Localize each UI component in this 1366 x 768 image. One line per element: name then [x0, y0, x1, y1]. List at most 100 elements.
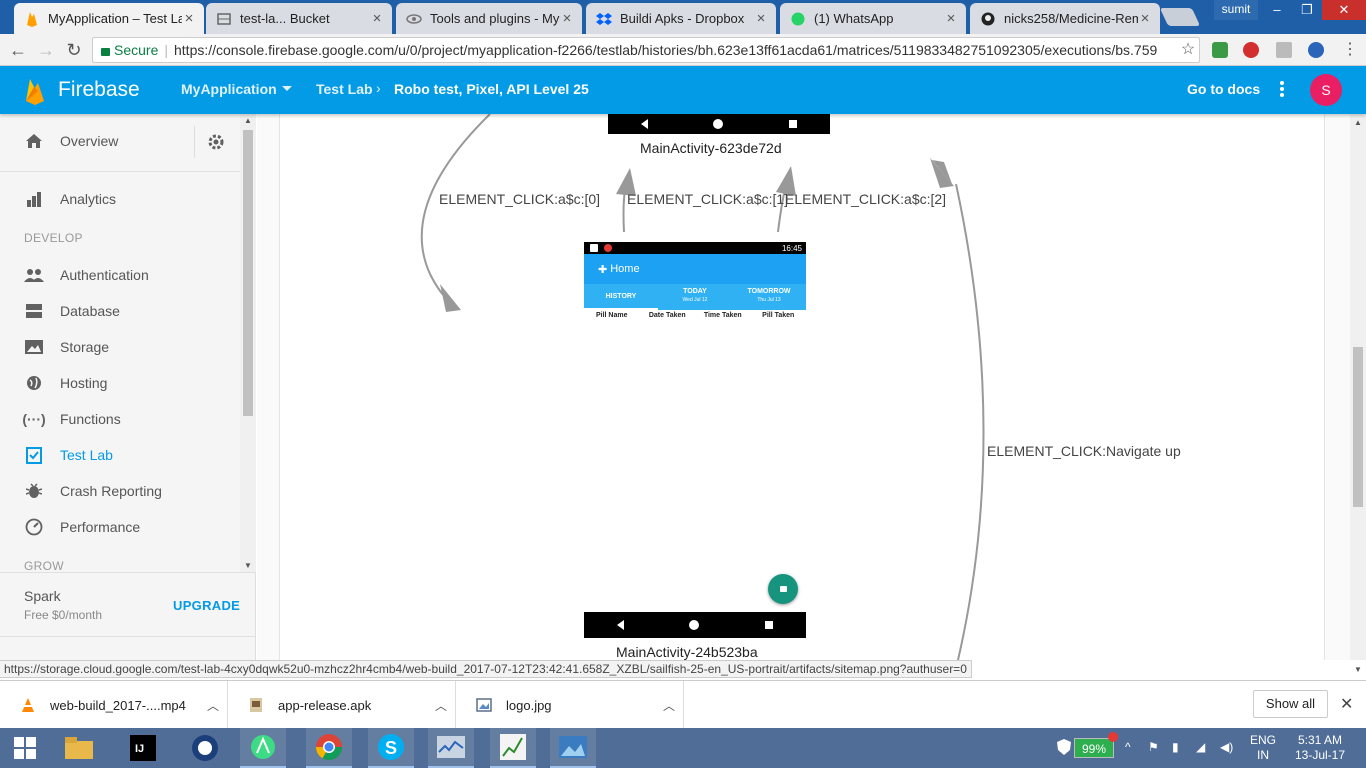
node-label-bottom[interactable]: MainActivity-24b523ba — [616, 644, 758, 660]
chevron-up-icon[interactable]: ︿ — [199, 697, 227, 714]
home-nav-icon — [713, 119, 724, 129]
gear-icon[interactable] — [207, 133, 225, 156]
download-item[interactable]: web-build_2017-....mp4 ︿ — [0, 681, 228, 729]
sidebar-item-storage[interactable]: Storage — [0, 329, 240, 365]
minimize-button[interactable]: – — [1262, 0, 1292, 20]
shield-tray-icon[interactable] — [1056, 738, 1072, 761]
sidebar-item-overview[interactable]: Overview — [0, 123, 194, 159]
show-all-button[interactable]: Show all — [1253, 690, 1328, 718]
close-icon[interactable]: × — [1138, 10, 1152, 27]
intellij-icon[interactable]: IJ — [120, 728, 166, 768]
tab-history: HISTORY — [584, 284, 658, 310]
shield-extension-icon[interactable] — [1212, 42, 1228, 58]
sidebar-item-authentication[interactable]: Authentication — [0, 257, 240, 293]
project-selector[interactable]: MyApplication — [181, 81, 277, 97]
sidebar-item-hosting[interactable]: Hosting — [0, 365, 240, 401]
flag-icon[interactable]: ⚑ — [1148, 740, 1159, 754]
firebase-logo-icon[interactable] — [24, 77, 46, 110]
recents-nav-icon — [789, 120, 798, 128]
more-options-icon[interactable] — [1278, 79, 1286, 101]
sidebar-item-database[interactable]: Database — [0, 293, 240, 329]
sidebar-item-test-lab[interactable]: Test Lab — [0, 437, 240, 473]
extension-globe-icon[interactable] — [1308, 42, 1324, 58]
home-nav-icon — [689, 620, 700, 630]
chevron-up-icon[interactable]: ^ — [1125, 740, 1131, 754]
tab-bucket[interactable]: test-la... Bucket × — [206, 3, 392, 34]
tab-tools-plugins[interactable]: Tools and plugins - My F × — [396, 3, 582, 34]
sidebar-item-analytics[interactable]: Analytics — [0, 181, 240, 217]
chevron-up-icon[interactable]: ︿ — [427, 697, 455, 714]
sidebar-scrollbar-thumb[interactable] — [243, 130, 253, 416]
tab-myapplication[interactable]: MyApplication – Test Lab × — [14, 3, 204, 34]
file-explorer-icon[interactable] — [56, 728, 102, 768]
chevron-down-icon[interactable] — [282, 86, 292, 91]
go-to-docs-link[interactable]: Go to docs — [1187, 81, 1260, 97]
main-scrollbar-thumb[interactable] — [1353, 347, 1363, 507]
new-tab-button[interactable] — [1159, 8, 1201, 26]
extension-icon[interactable] — [1276, 42, 1292, 58]
tab-github[interactable]: nicks258/Medicine-Rem × — [970, 3, 1160, 34]
sidebar-item-functions[interactable]: (···) Functions — [0, 401, 240, 437]
scroll-down-arrow-icon[interactable]: ▼ — [1354, 665, 1362, 674]
screenshot-node[interactable]: 16:45 ✚ Home HISTORY TODAY Wed Jul 12 TOMO… — [584, 242, 806, 320]
menu-icon[interactable]: ⋮ — [1338, 39, 1362, 61]
clock[interactable]: 5:31 AM 13-Jul-17 — [1290, 733, 1350, 763]
sitemap-graph[interactable]: MainActivity-623de72d ELEMENT_CLICK:a$c:… — [279, 114, 1325, 660]
wifi-icon[interactable]: ◢ — [1196, 740, 1205, 754]
close-icon[interactable]: × — [754, 10, 768, 27]
scroll-up-arrow-icon[interactable]: ▲ — [244, 116, 252, 125]
recents-nav-icon — [765, 621, 774, 629]
chrome-icon[interactable] — [306, 728, 352, 768]
windows-start-icon[interactable] — [2, 728, 48, 768]
svg-text:IJ: IJ — [135, 743, 144, 755]
system-monitor-icon[interactable] — [428, 728, 474, 768]
photos-icon[interactable] — [550, 728, 596, 768]
battery-indicator[interactable]: 99% — [1074, 738, 1114, 758]
image-icon — [24, 337, 44, 357]
brand-name[interactable]: Firebase — [58, 78, 140, 102]
chart-app-icon[interactable] — [490, 728, 536, 768]
battery-tray-icon[interactable]: ▮ — [1172, 740, 1179, 754]
adblock-extension-icon[interactable] — [1243, 42, 1259, 58]
close-icon[interactable]: × — [370, 10, 384, 27]
tab-dropbox[interactable]: Buildi Apks - Dropbox × — [586, 3, 776, 34]
tab-whatsapp[interactable]: (1) WhatsApp × — [780, 3, 966, 34]
skype-icon[interactable]: S — [368, 728, 414, 768]
close-icon[interactable]: × — [944, 10, 958, 27]
close-icon[interactable]: × — [182, 10, 196, 27]
profile-chip[interactable]: sumit — [1214, 0, 1258, 20]
storage-icon — [216, 11, 232, 27]
download-item[interactable]: logo.jpg ︿ — [456, 681, 684, 729]
address-bar[interactable]: Secure | https://console.firebase.google.c… — [92, 37, 1200, 63]
divider — [194, 126, 195, 158]
avatar[interactable]: S — [1310, 74, 1342, 106]
node-bottom-navbar — [584, 612, 806, 638]
scroll-up-arrow-icon[interactable]: ▲ — [1354, 118, 1362, 127]
divider — [0, 572, 256, 573]
sidebar-item-crash-reporting[interactable]: Crash Reporting — [0, 473, 240, 509]
sidebar-item-performance[interactable]: Performance — [0, 509, 240, 545]
node-label-top[interactable]: MainActivity-623de72d — [640, 140, 782, 156]
divider — [0, 171, 240, 172]
scroll-down-arrow-icon[interactable]: ▼ — [244, 561, 252, 570]
breadcrumb-test-lab[interactable]: Test Lab — [316, 81, 373, 97]
close-icon[interactable]: ✕ — [1340, 694, 1353, 714]
restore-button[interactable]: ❐ — [1292, 0, 1322, 20]
upgrade-button[interactable]: UPGRADE — [173, 598, 240, 613]
pill-icon: ✚ — [598, 263, 608, 276]
volume-icon[interactable]: ◀) — [1220, 740, 1233, 754]
android-studio-icon[interactable] — [240, 728, 286, 768]
reload-button[interactable]: ↻ — [62, 39, 86, 61]
bar-chart-icon — [24, 189, 44, 209]
eagle-app-icon[interactable] — [182, 728, 228, 768]
main-content: MainActivity-623de72d ELEMENT_CLICK:a$c:… — [257, 114, 1366, 674]
download-item[interactable]: app-release.apk ︿ — [228, 681, 456, 729]
language-indicator[interactable]: ENG IN — [1248, 733, 1278, 763]
bookmark-star-icon[interactable]: ☆ — [1176, 39, 1200, 61]
chevron-up-icon[interactable]: ︿ — [655, 697, 683, 714]
close-window-button[interactable]: ✕ — [1322, 0, 1366, 20]
page-title: Robo test, Pixel, API Level 25 — [394, 81, 589, 97]
forward-button[interactable]: → — [34, 39, 58, 61]
close-icon[interactable]: × — [560, 10, 574, 27]
back-button[interactable]: ← — [6, 39, 30, 61]
